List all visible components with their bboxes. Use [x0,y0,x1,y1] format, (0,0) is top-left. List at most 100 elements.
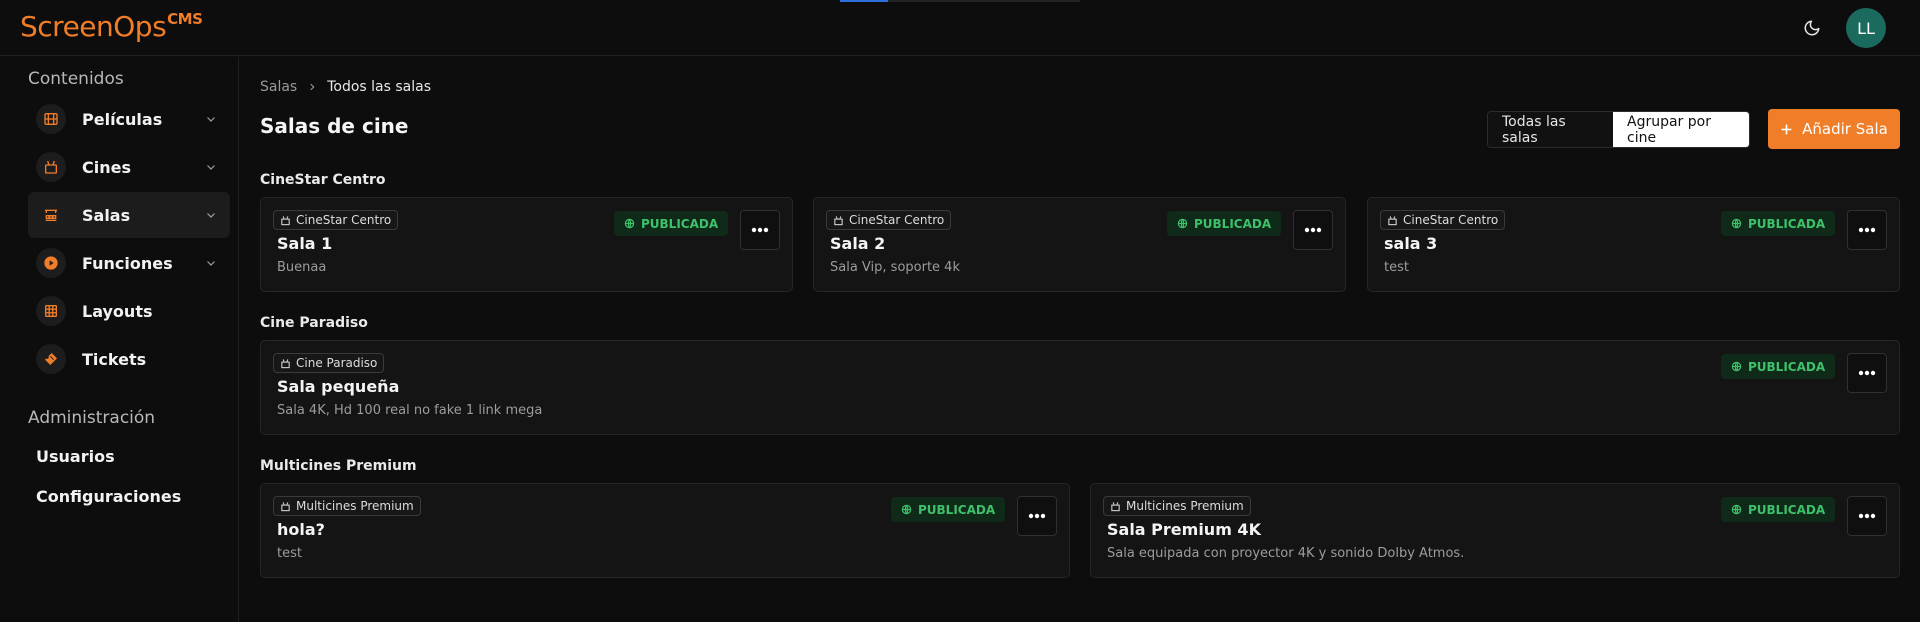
cinema-chip-label: CineStar Centro [296,213,392,227]
status-badge: PUBLICADA [1167,211,1282,236]
cinema-chip: Multicines Premium [1103,496,1251,516]
theme-toggle-button[interactable] [1798,14,1826,42]
room-name: sala 3 [1384,234,1438,253]
globe-icon [624,218,635,229]
status-label: PUBLICADA [1748,502,1826,517]
sidebar-item-tickets[interactable]: Tickets [28,336,230,382]
globe-icon [1731,218,1742,229]
room-name: Sala 2 [830,234,886,253]
more-options-button[interactable] [740,210,780,250]
building-icon [834,215,843,225]
top-bar: ScreenOpsCMS LL [0,0,1920,56]
group-title: Cine Paradiso [260,315,368,331]
view-all-button[interactable]: Todas las salas [1488,112,1613,147]
chevron-down-icon [204,160,218,174]
status-badge: PUBLICADA [1721,211,1836,236]
app-logo[interactable]: ScreenOpsCMS [20,10,203,43]
logo-suffix: CMS [167,10,203,28]
sidebar-item-configuraciones[interactable]: Configuraciones [36,487,181,506]
sidebar-item-label: Salas [82,205,131,225]
breadcrumb-link-salas[interactable]: Salas [260,79,297,95]
status-badge: PUBLICADA [1721,354,1836,379]
globe-icon [1731,361,1742,372]
sidebar: Contenidos Películas Cines Salas Funcion… [0,57,239,622]
sidebar-item-funciones[interactable]: Funciones [28,240,230,286]
status-label: PUBLICADA [1748,216,1826,231]
user-avatar[interactable]: LL [1846,8,1886,48]
add-room-label: Añadir Sala [1802,120,1888,138]
cinema-chip-label: Multicines Premium [1126,499,1244,513]
building-icon [281,215,290,225]
room-card[interactable]: Multicines Premium Sala Premium 4K Sala … [1090,483,1900,578]
grid-icon [36,296,66,326]
breadcrumb: Salas Todos las salas [260,79,431,95]
cinema-chip: Cine Paradiso [273,353,385,373]
globe-icon [901,504,912,515]
building-icon [281,358,290,368]
cinema-chip-label: Multicines Premium [296,499,414,513]
more-horizontal-icon [751,227,769,233]
chevron-down-icon [204,256,218,270]
status-label: PUBLICADA [918,502,996,517]
sidebar-item-peliculas[interactable]: Películas [28,96,230,142]
room-card[interactable]: Cine Paradiso Sala pequeña Sala 4K, Hd 1… [260,340,1900,435]
more-horizontal-icon [1304,227,1322,233]
status-label: PUBLICADA [1748,359,1826,374]
sidebar-item-label: Tickets [82,349,147,369]
group-title: Multicines Premium [260,458,417,474]
status-badge: PUBLICADA [1721,497,1836,522]
room-name: Sala Premium 4K [1107,520,1261,539]
more-horizontal-icon [1858,370,1876,376]
more-horizontal-icon [1858,227,1876,233]
page-title: Salas de cine [260,114,409,138]
screening-room-icon [36,200,66,230]
building-icon [1111,501,1120,511]
globe-icon [1731,504,1742,515]
ticket-icon [36,344,66,374]
room-card[interactable]: CineStar Centro Sala 2 Sala Vip, soporte… [813,197,1346,292]
room-card[interactable]: Multicines Premium hola? test PUBLICADA [260,483,1070,578]
sidebar-item-layouts[interactable]: Layouts [28,288,230,334]
moon-icon [1804,20,1820,36]
sidebar-item-label: Cines [82,157,131,177]
room-description: test [1384,260,1409,275]
cinema-chip: Multicines Premium [273,496,421,516]
building-icon [1388,215,1397,225]
breadcrumb-current: Todos las salas [327,79,432,95]
view-toggle: Todas las salas Agrupar por cine [1487,111,1750,148]
chevron-down-icon [204,112,218,126]
cinema-chip-label: CineStar Centro [1403,213,1499,227]
play-circle-icon [36,248,66,278]
cinema-chip: CineStar Centro [273,210,399,230]
room-description: Sala Vip, soporte 4k [830,260,960,275]
chevron-right-icon [310,83,315,91]
more-options-button[interactable] [1847,496,1887,536]
group-title: CineStar Centro [260,172,386,188]
room-name: Sala 1 [277,234,333,253]
more-options-button[interactable] [1847,353,1887,393]
sidebar-item-salas[interactable]: Salas [28,192,230,238]
status-badge: PUBLICADA [891,497,1006,522]
cinema-chip: CineStar Centro [1380,210,1506,230]
room-name: Sala pequeña [277,377,400,396]
sidebar-item-cines[interactable]: Cines [28,144,230,190]
room-description: Buenaa [277,260,327,275]
room-description: test [277,546,302,561]
room-card[interactable]: CineStar Centro Sala 1 Buenaa PUBLICADA [260,197,793,292]
room-name: hola? [277,520,325,539]
more-options-button[interactable] [1847,210,1887,250]
cinema-chip-label: Cine Paradiso [296,356,378,370]
add-room-button[interactable]: Añadir Sala [1768,109,1900,149]
more-horizontal-icon [1858,513,1876,519]
view-grouped-button[interactable]: Agrupar por cine [1613,112,1749,147]
room-card[interactable]: CineStar Centro sala 3 test PUBLICADA [1367,197,1900,292]
sidebar-section-administracion: Administración [28,408,156,428]
more-options-button[interactable] [1293,210,1333,250]
room-description: Sala 4K, Hd 100 real no fake 1 link mega [277,403,543,418]
logo-text: ScreenOps [20,10,167,43]
globe-icon [1177,218,1188,229]
sidebar-item-usuarios[interactable]: Usuarios [36,447,115,466]
more-options-button[interactable] [1017,496,1057,536]
status-badge: PUBLICADA [614,211,729,236]
more-horizontal-icon [1028,513,1046,519]
